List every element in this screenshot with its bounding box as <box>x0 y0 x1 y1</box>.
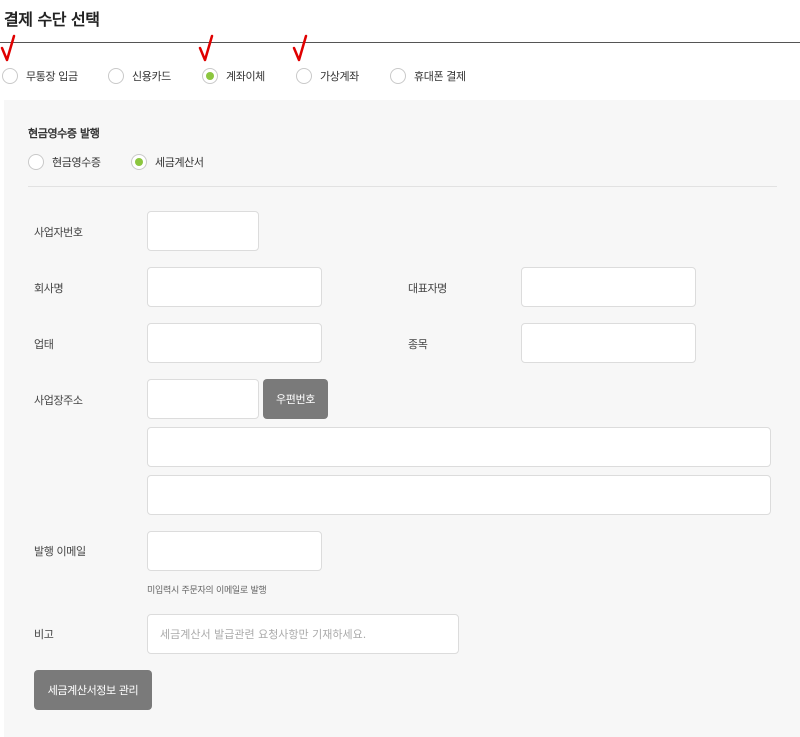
receipt-section-title: 현금영수증 발행 <box>28 127 100 140</box>
check-mark-icon <box>0 34 24 62</box>
receipt-option-label: 세금계산서 <box>155 156 204 169</box>
address-line2-input[interactable] <box>147 475 771 515</box>
ceo-name-label: 대표자명 <box>408 282 447 295</box>
title-divider <box>0 42 800 43</box>
business-number-label: 사업자번호 <box>34 226 83 239</box>
payment-option-label: 휴대폰 결제 <box>414 70 466 83</box>
business-item-label: 종목 <box>408 338 428 351</box>
payment-option-virtual-account[interactable]: 가상계좌 <box>296 68 359 84</box>
ceo-name-input[interactable] <box>521 267 696 307</box>
business-item-input[interactable] <box>521 323 696 363</box>
radio-button-selected[interactable] <box>202 68 218 84</box>
payment-option-account-transfer[interactable]: 계좌이체 <box>202 68 265 84</box>
radio-button[interactable] <box>28 154 44 170</box>
postcode-input[interactable] <box>147 379 259 419</box>
check-mark-icon <box>198 34 222 62</box>
postcode-button[interactable]: 우편번호 <box>263 379 328 419</box>
memo-label: 비고 <box>34 628 54 641</box>
radio-button[interactable] <box>296 68 312 84</box>
receipt-option-cash-receipt[interactable]: 현금영수증 <box>28 154 101 170</box>
payment-option-label: 가상계좌 <box>320 70 359 83</box>
company-name-label: 회사명 <box>34 282 64 295</box>
page-title: 결제 수단 선택 <box>4 10 100 29</box>
payment-option-label: 무통장 입금 <box>26 70 78 83</box>
radio-button[interactable] <box>2 68 18 84</box>
payment-option-credit-card[interactable]: 신용카드 <box>108 68 171 84</box>
email-hint: 미입력시 주문자의 이메일로 발행 <box>147 586 267 596</box>
address-line1-input[interactable] <box>147 427 771 467</box>
check-mark-icon <box>292 34 316 62</box>
receipt-option-tax-invoice[interactable]: 세금계산서 <box>131 154 204 170</box>
receipt-option-label: 현금영수증 <box>52 156 101 169</box>
radio-button-selected[interactable] <box>131 154 147 170</box>
section-divider <box>28 186 777 187</box>
payment-option-mobile[interactable]: 휴대폰 결제 <box>390 68 466 84</box>
email-input[interactable] <box>147 531 322 571</box>
radio-button[interactable] <box>108 68 124 84</box>
payment-option-label: 계좌이체 <box>226 70 265 83</box>
business-number-input[interactable] <box>147 211 259 251</box>
business-type-input[interactable] <box>147 323 322 363</box>
business-type-label: 업태 <box>34 338 54 351</box>
company-name-input[interactable] <box>147 267 322 307</box>
address-label: 사업장주소 <box>34 394 83 407</box>
radio-button[interactable] <box>390 68 406 84</box>
tax-invoice-manage-button[interactable]: 세금계산서정보 관리 <box>34 670 152 710</box>
payment-option-label: 신용카드 <box>132 70 171 83</box>
payment-option-bank-deposit[interactable]: 무통장 입금 <box>2 68 78 84</box>
email-label: 발행 이메일 <box>34 545 86 558</box>
memo-input[interactable] <box>147 614 459 654</box>
